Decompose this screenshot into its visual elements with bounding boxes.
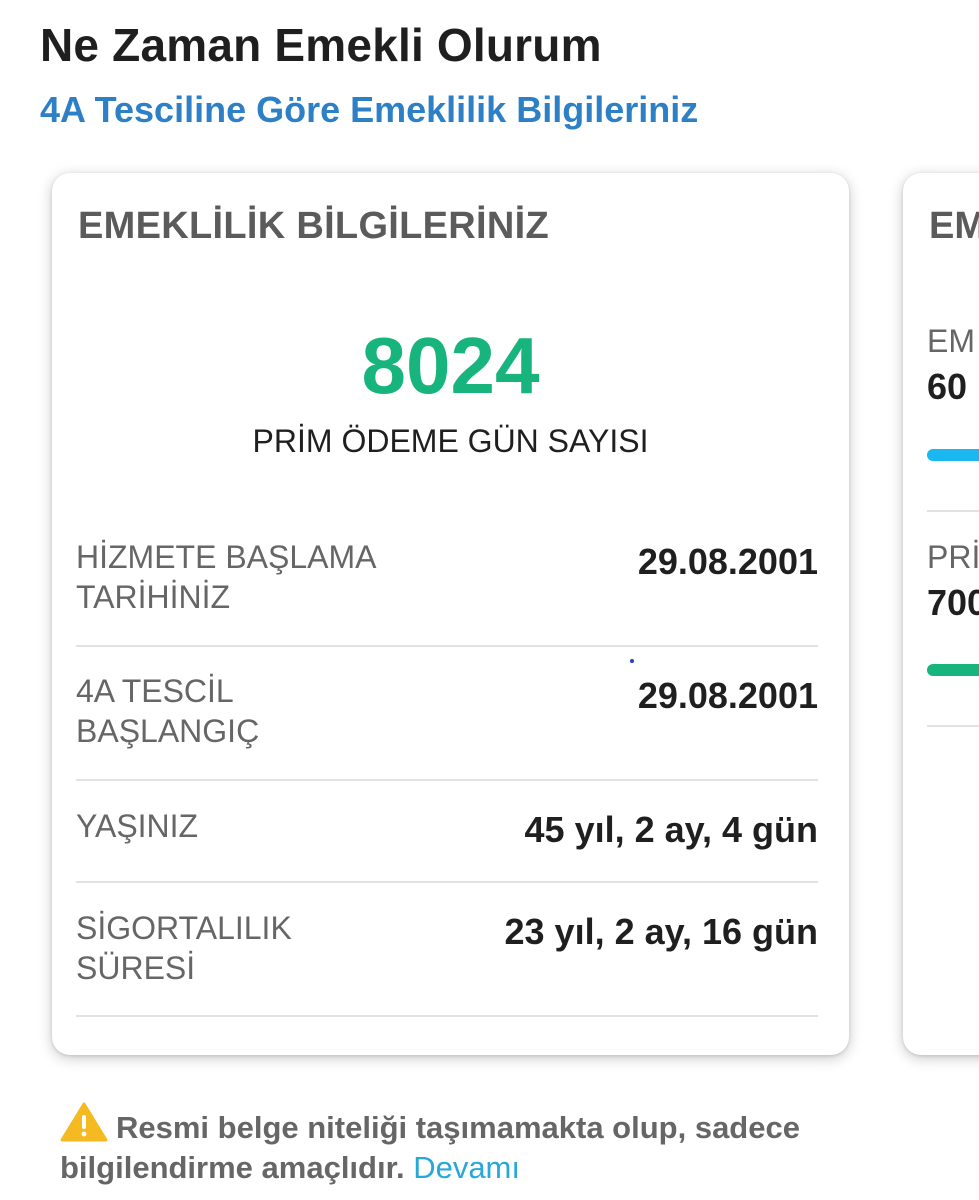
- row-value: 29.08.2001: [637, 541, 818, 582]
- disclaimer-notice: Resmi belge niteliği taşımamakta olup, s…: [60, 1102, 940, 1188]
- condition-label: PRİ: [927, 539, 979, 575]
- prim-day-caption: PRİM ÖDEME GÜN SAYISI: [252, 423, 649, 459]
- row-label: YAŞINIZ: [76, 808, 199, 844]
- condition-label: EM: [927, 323, 975, 359]
- divider: [927, 725, 979, 727]
- card-heading: EMEKLİLİK BİLGİLERİNİZ: [78, 205, 550, 247]
- info-row-4a-start: 4A TESCİL BAŞLANGIÇ 29.08.2001: [76, 647, 818, 781]
- read-more-link[interactable]: Devamı: [413, 1150, 520, 1185]
- info-row-age: YAŞINIZ 45 yıl, 2 ay, 4 gün: [76, 781, 818, 883]
- row-label: HİZMETE BAŞLAMA TARİHİNİZ: [76, 539, 377, 615]
- row-label: 4A TESCİL BAŞLANGIÇ: [76, 673, 260, 749]
- row-value: 23 yıl, 2 ay, 16 gün: [504, 911, 819, 952]
- divider: [927, 510, 979, 512]
- dot-marker: [630, 659, 634, 663]
- row-label: SİGORTALILIK SÜRESİ: [76, 910, 292, 986]
- retirement-info-card[interactable]: EMEKLİLİK BİLGİLERİNİZ 8024 PRİM ÖDEME G…: [52, 173, 849, 1055]
- retirement-conditions-card[interactable]: EM EM 60 PRİ 700: [903, 173, 979, 1055]
- page-title: Ne Zaman Emekli Olurum: [40, 19, 602, 71]
- info-row-start-date: HİZMETE BAŞLAMA TARİHİNİZ 29.08.2001: [76, 533, 818, 647]
- card-heading: EM: [929, 205, 979, 247]
- row-value: 29.08.2001: [637, 675, 818, 716]
- page: Ne Zaman Emekli Olurum 4A Tesciline Göre…: [0, 0, 979, 1200]
- prim-day-count: 8024: [361, 321, 540, 410]
- row-value: 45 yıl, 2 ay, 4 gün: [524, 809, 818, 850]
- page-subtitle: 4A Tesciline Göre Emeklilik Bilgileriniz: [40, 89, 699, 130]
- warning-icon: [60, 1102, 108, 1142]
- condition-value: 700: [927, 582, 979, 623]
- progress-bar: [927, 664, 979, 676]
- info-row-insurance-duration: SİGORTALILIK SÜRESİ 23 yıl, 2 ay, 16 gün: [76, 883, 818, 1017]
- progress-bar: [927, 449, 979, 461]
- condition-value: 60: [927, 366, 968, 407]
